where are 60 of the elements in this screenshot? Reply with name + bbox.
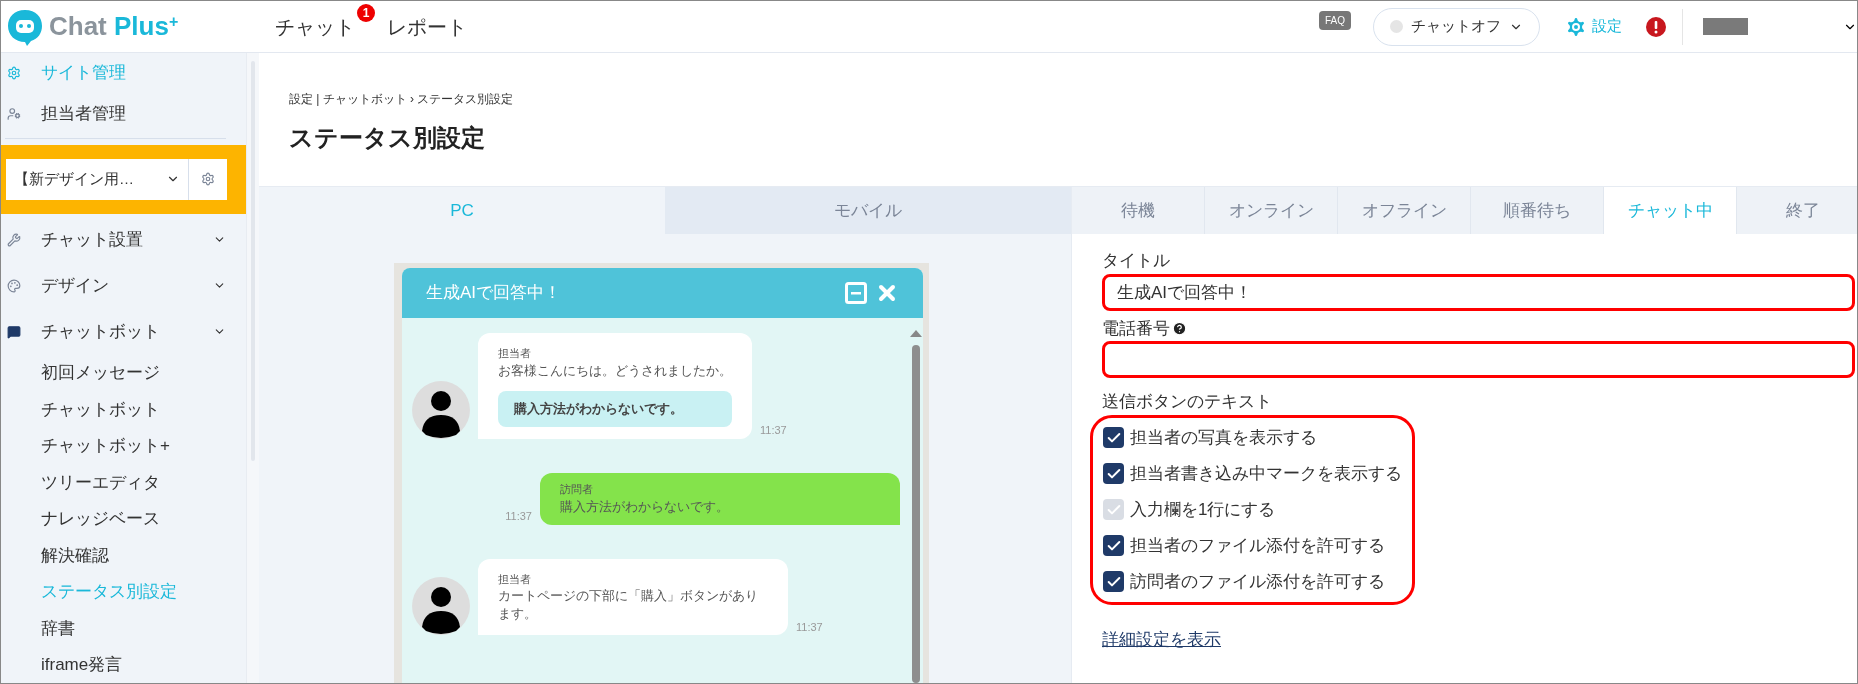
sidebar-item[interactable]: 担当者管理 <box>1 93 246 134</box>
sidebar-subitem[interactable]: チャットボット+ <box>1 427 246 464</box>
page-title: ステータス別設定 <box>289 123 486 153</box>
sidebar-item-icon <box>7 324 21 339</box>
text-input[interactable]: 生成AIで回答中！ <box>1102 273 1855 311</box>
checkbox-label: 入力欄を1行にする <box>1130 498 1276 521</box>
message-text: カートページの下部に「購入」ボタンがあります。 <box>498 587 759 624</box>
chat-widget-title: 生成AIで回答中！ <box>426 282 563 305</box>
sidebar-subitem[interactable]: iframe発言 <box>1 646 246 683</box>
message-time: 11:37 <box>760 423 787 439</box>
redacted-user-block <box>1703 18 1748 35</box>
sidebar-menu-item[interactable]: チャットボット <box>1 308 246 355</box>
field-label: 電話番号 <box>1102 317 1170 340</box>
sidebar-item-icon <box>7 66 21 81</box>
settings-icon <box>201 172 215 187</box>
sidebar-item-icon <box>7 106 21 121</box>
notification-badge: 1 <box>357 3 375 22</box>
avatar-silhouette-icon <box>412 380 470 439</box>
breadcrumb: 設定 | チャットボット › ステータス別設定 <box>289 91 515 108</box>
sidebar-menu-item[interactable]: チャット設置 <box>1 216 246 263</box>
nav-link[interactable]: レポート <box>387 11 467 42</box>
message-text: お客様こんにちは。どうされましたか。 <box>498 361 732 380</box>
options-label: 送信ボタンのテキスト <box>1102 391 1273 413</box>
avatar-silhouette-icon <box>412 577 470 636</box>
sidebar-subitem[interactable]: 辞書 <box>1 610 246 647</box>
sidebar-scrollbar[interactable] <box>246 53 259 683</box>
site-settings-button[interactable] <box>189 158 227 200</box>
logo-text: Chat Plus$^{+}$ <box>49 10 179 43</box>
checkbox-label: 担当者のファイル添付を許可する <box>1130 534 1385 557</box>
field-label: タイトル <box>1102 250 1170 272</box>
show-details-link[interactable]: 詳細設定を表示 <box>1102 626 1221 652</box>
faq-button[interactable]: FAQ <box>1319 11 1351 30</box>
message-time: 11:37 <box>505 509 532 525</box>
sender-name: 訪問者 <box>560 481 594 497</box>
sidebar-subitem[interactable]: 解決確認 <box>1 537 246 574</box>
checkbox[interactable] <box>1103 427 1124 448</box>
checkbox[interactable] <box>1103 535 1124 556</box>
site-select-dropdown[interactable]: 【新デザイン用… <box>6 158 189 200</box>
message-time: 11:37 <box>796 619 823 635</box>
alert-icon <box>1646 16 1666 37</box>
minimize-icon[interactable] <box>845 282 867 304</box>
sidebar-menu-item[interactable]: デザイン <box>1 262 246 309</box>
sender-name: 担当者 <box>498 571 532 587</box>
message-text: 購入方法がわからないです。 <box>560 498 730 517</box>
sidebar-subitem[interactable]: 初回メッセージ <box>1 354 246 391</box>
checkbox-label: 訪問者のファイル添付を許可する <box>1130 570 1385 593</box>
checkbox[interactable] <box>1103 571 1124 592</box>
status-label: チャットオフ <box>1411 16 1501 37</box>
checkbox[interactable] <box>1103 463 1124 484</box>
sidebar-subitem[interactable]: チャットボット <box>1 391 246 428</box>
sidebar-item-icon <box>7 278 21 293</box>
checkbox-label: 担当者の写真を表示する <box>1130 426 1317 449</box>
sidebar-subitem[interactable]: ツリーエディタ <box>1 464 246 501</box>
sidebar-item-icon <box>7 232 21 247</box>
sidebar-subitem[interactable]: ナレッジベース <box>1 500 246 537</box>
text-input[interactable] <box>1102 341 1855 378</box>
help-icon[interactable] <box>1172 320 1187 336</box>
checkbox-label: 担当者書き込み中マークを表示する <box>1130 462 1402 485</box>
sender-name: 担当者 <box>498 346 532 361</box>
quick-reply-button[interactable]: 購入方法がわからないです。 <box>498 391 732 427</box>
